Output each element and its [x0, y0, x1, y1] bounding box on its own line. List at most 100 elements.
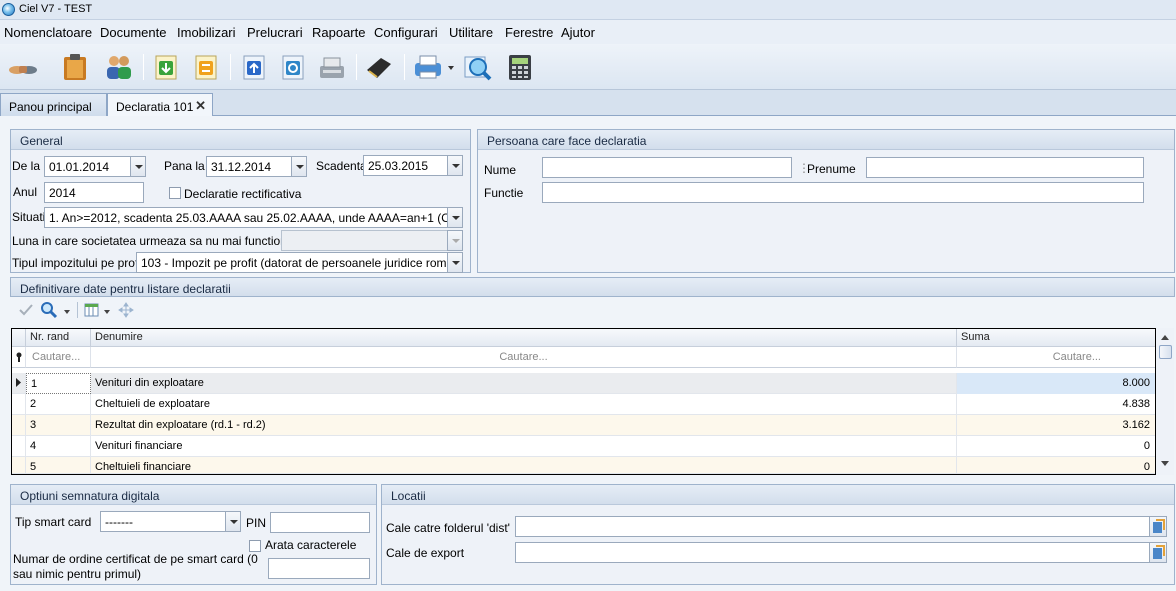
table-row[interactable]: 5 Cheltuieli financiare 0	[12, 457, 1155, 474]
filter-denumire[interactable]: Cautare...	[91, 347, 957, 368]
close-tab-icon[interactable]: ✕	[195, 98, 206, 114]
filter-nr-rand[interactable]: Cautare...	[26, 347, 91, 368]
menu-ajutor[interactable]: Ajutor	[561, 25, 595, 40]
calculator-icon[interactable]	[504, 52, 536, 82]
de-la-dropdown[interactable]	[130, 156, 146, 177]
cell-nr[interactable]: 5	[26, 457, 91, 473]
users-icon[interactable]	[103, 52, 135, 82]
filter-suma[interactable]: Cautare...	[957, 347, 1155, 368]
general-header: General	[11, 130, 470, 150]
export-icon[interactable]	[277, 52, 309, 82]
cell-suma[interactable]: 0	[957, 457, 1155, 473]
tip-smart-card-label: Tip smart card	[15, 515, 92, 529]
scadenta-field[interactable]: 25.03.2015	[363, 155, 449, 176]
rectificativa-label: Declaratie rectificativa	[184, 187, 302, 201]
cash-register-icon[interactable]	[316, 52, 348, 82]
import-icon[interactable]	[150, 52, 182, 82]
menu-rapoarte[interactable]: Rapoarte	[312, 25, 365, 40]
scroll-thumb[interactable]	[1159, 345, 1172, 359]
table-row[interactable]: 4 Venituri financiare 0	[12, 436, 1155, 457]
luna-select[interactable]	[281, 230, 449, 251]
pin-field[interactable]	[270, 512, 370, 533]
tip-smart-card-dropdown[interactable]	[225, 511, 241, 532]
browse-export-button[interactable]	[1149, 542, 1167, 563]
tip-smart-card-select[interactable]: -------	[100, 511, 227, 532]
cell-denumire[interactable]: Cheltuieli financiare	[91, 457, 957, 473]
cale-dist-field[interactable]	[515, 516, 1150, 537]
anul-field[interactable]: 2014	[44, 182, 144, 203]
move-icon[interactable]	[118, 302, 134, 318]
cell-suma[interactable]: 3.162	[957, 415, 1155, 436]
cell-nr[interactable]: 1	[26, 373, 91, 394]
prenume-field[interactable]	[866, 157, 1144, 178]
prenume-label: Prenume	[807, 162, 856, 176]
cell-suma[interactable]: 0	[957, 436, 1155, 457]
scadenta-dropdown[interactable]	[447, 155, 463, 176]
columns-icon[interactable]	[84, 302, 100, 318]
de-la-field[interactable]: 01.01.2014	[44, 156, 131, 177]
tab-declaratia-101[interactable]: Declaratia 101 ✕	[107, 93, 213, 117]
functie-label: Functie	[484, 186, 524, 200]
tip-impozit-select[interactable]: 103 - Impozit pe profit (datorat de pers…	[136, 252, 449, 273]
search-icon[interactable]	[40, 301, 58, 319]
app-icon	[2, 3, 15, 16]
rectificativa-checkbox[interactable]	[169, 187, 181, 199]
print-icon[interactable]	[412, 52, 444, 82]
clipboard-icon[interactable]	[59, 52, 91, 82]
grid-corner	[12, 329, 26, 347]
grid-scrollbar[interactable]	[1157, 328, 1174, 475]
pana-la-dropdown[interactable]	[291, 156, 307, 177]
book-icon[interactable]	[363, 52, 395, 82]
transfer-icon[interactable]	[190, 52, 222, 82]
functie-field[interactable]	[542, 182, 1144, 203]
menu-imobilizari[interactable]: Imobilizari	[177, 25, 236, 40]
columns-dropdown-icon[interactable]	[104, 310, 110, 314]
browse-dist-button[interactable]	[1149, 516, 1167, 537]
numar-ordine-label-2: sau nimic pentru primul)	[13, 567, 142, 581]
preview-icon[interactable]	[461, 52, 493, 82]
row-indicator	[12, 436, 26, 457]
pana-la-field[interactable]: 31.12.2014	[206, 156, 293, 177]
menu-nomenclatoare[interactable]: Nomenclatoare	[4, 25, 92, 40]
cell-nr[interactable]: 2	[26, 394, 91, 415]
handshake-icon[interactable]	[7, 52, 39, 82]
situatii-select[interactable]: 1. An>=2012, scadenta 25.03.AAAA sau 25.…	[44, 207, 449, 228]
tip-impozit-label: Tipul impozitului pe profit	[12, 256, 145, 270]
cell-nr[interactable]: 3	[26, 415, 91, 436]
table-row[interactable]: 2 Cheltuieli de exploatare 4.838	[12, 394, 1155, 415]
situatii-dropdown[interactable]	[447, 207, 463, 228]
menu-ferestre[interactable]: Ferestre	[505, 25, 553, 40]
search-dropdown-icon[interactable]	[64, 310, 70, 314]
scroll-down-icon[interactable]	[1161, 461, 1169, 466]
tab-panou-principal[interactable]: Panou principal	[0, 93, 107, 116]
cale-export-field[interactable]	[515, 542, 1150, 563]
menu-configurari[interactable]: Configurari	[374, 25, 438, 40]
cale-dist-label: Cale catre folderul 'dist'	[386, 521, 510, 535]
print-dropdown-icon[interactable]	[448, 66, 454, 70]
arata-caracterele-checkbox[interactable]	[249, 540, 261, 552]
cell-denumire[interactable]: Rezultat din exploatare (rd.1 - rd.2)	[91, 415, 957, 436]
cell-denumire[interactable]: Cheltuieli de exploatare	[91, 394, 957, 415]
table-row[interactable]: 3 Rezultat din exploatare (rd.1 - rd.2) …	[12, 415, 1155, 436]
numar-ordine-field[interactable]	[268, 558, 370, 579]
cell-nr[interactable]: 4	[26, 436, 91, 457]
menu-utilitare[interactable]: Utilitare	[449, 25, 493, 40]
col-denumire[interactable]: Denumire	[91, 329, 957, 347]
upload-icon[interactable]	[238, 52, 270, 82]
check-icon[interactable]	[18, 302, 34, 318]
luna-dropdown[interactable]	[447, 230, 463, 251]
col-suma[interactable]: Suma	[957, 329, 1155, 347]
cell-denumire[interactable]: Venituri financiare	[91, 436, 957, 457]
cell-denumire[interactable]: Venituri din exploatare	[91, 373, 957, 394]
menu-prelucrari[interactable]: Prelucrari	[247, 25, 303, 40]
scroll-up-icon[interactable]	[1161, 335, 1169, 340]
cale-export-label: Cale de export	[386, 546, 465, 560]
menu-documente[interactable]: Documente	[100, 25, 166, 40]
cell-suma[interactable]: 8.000	[957, 373, 1155, 394]
col-nr-rand[interactable]: Nr. rand	[26, 329, 91, 347]
nume-field[interactable]	[542, 157, 792, 178]
cell-suma[interactable]: 4.838	[957, 394, 1155, 415]
table-row[interactable]: 1 Venituri din exploatare 8.000	[12, 373, 1155, 394]
main-content: General De la 01.01.2014 Pana la 31.12.2…	[0, 116, 1176, 591]
tip-impozit-dropdown[interactable]	[447, 252, 463, 273]
